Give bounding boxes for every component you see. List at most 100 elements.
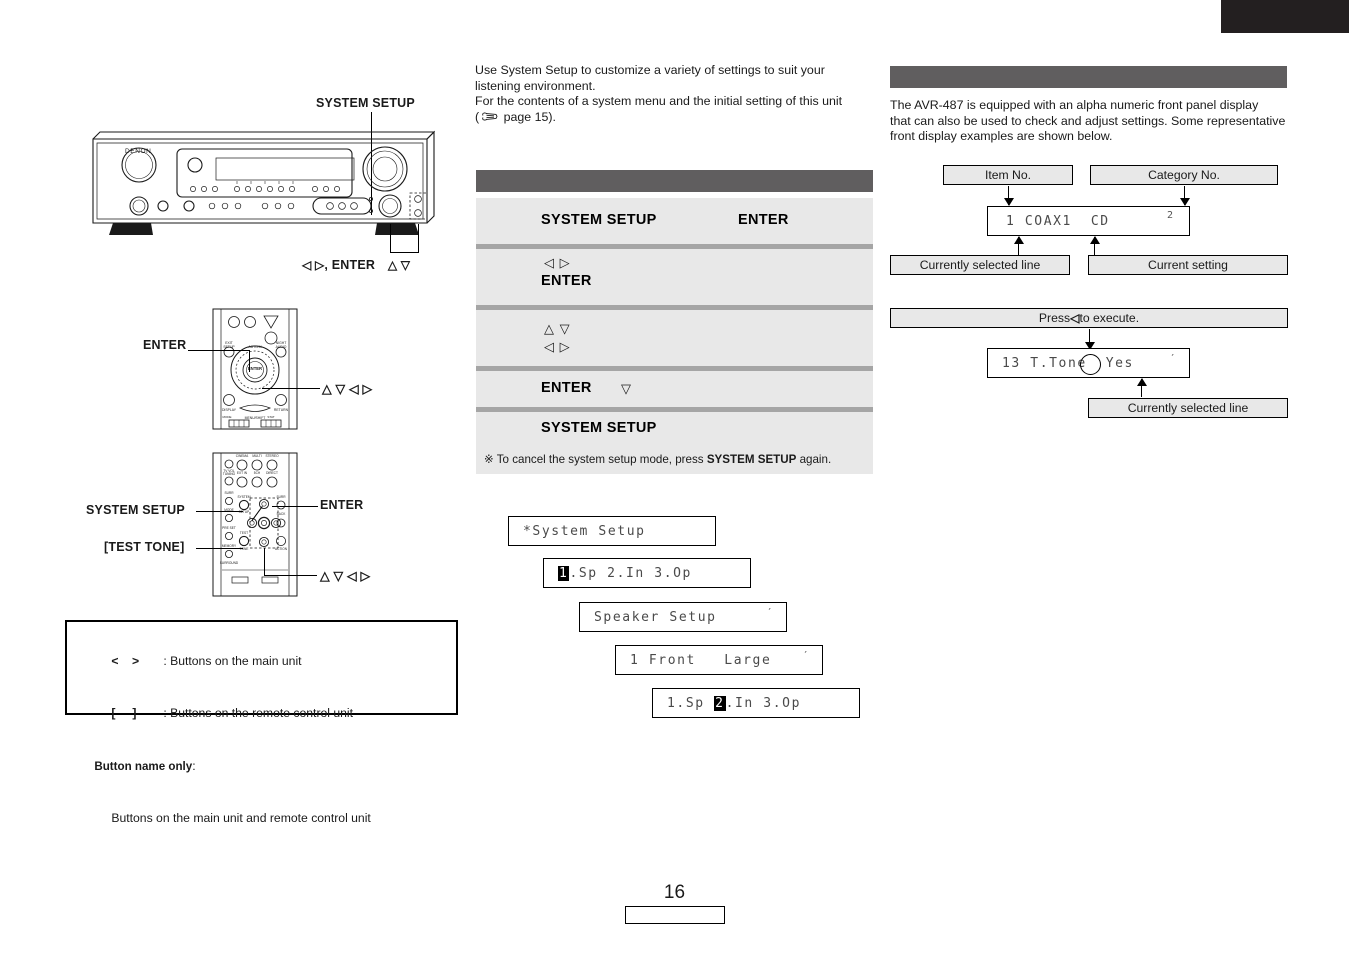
pointing-hand-icon xyxy=(481,111,498,127)
label-currently-selected-line-1: Currently selected line xyxy=(890,255,1070,275)
svg-text:AUTO/M: AUTO/M xyxy=(248,345,261,349)
procedure-row-2-arrows: ◁ ▷ xyxy=(544,255,571,270)
procedure-row: ◁ ▷ ENTER xyxy=(476,249,873,305)
callout-enter-label: ENTER xyxy=(331,258,376,272)
leader-line-remote2-cursor-h xyxy=(264,575,317,577)
note-text-bold: SYSTEM SETUP xyxy=(706,453,797,466)
svg-text:SETUP: SETUP xyxy=(223,345,235,349)
procedure-row-5-left: SYSTEM SETUP xyxy=(541,420,657,436)
svg-text:DIRECT: DIRECT xyxy=(266,471,278,475)
procedure-row: SYSTEM SETUP ENTER xyxy=(476,198,873,244)
arrow-selected-line-to-test-tone xyxy=(1135,378,1150,397)
procedure-row-1-right: ENTER xyxy=(738,212,789,228)
legend-text-main-unit: : Buttons on the main unit xyxy=(163,653,302,668)
leader-line-remote2-system-setup xyxy=(196,511,243,513)
main-unit-front-panel-figure: DENON xyxy=(85,125,436,245)
page-footer-box xyxy=(625,906,725,924)
cursor-up-down-glyph: △ ▽ xyxy=(387,258,411,272)
arrow-item-no-to-display xyxy=(1002,186,1017,206)
lcd-display-coax1-cd: 1 COAX1 CD 2 xyxy=(987,206,1190,236)
procedure-section-header xyxy=(476,170,873,192)
lcd-text-system-setup: *System Setup xyxy=(523,523,646,539)
intro-line-2: listening environment. xyxy=(475,78,596,93)
leader-line-remote1-enter-v xyxy=(249,350,251,372)
callout-remote2-enter: ENTER xyxy=(320,498,364,512)
label-currently-selected-line-2: Currently selected line xyxy=(1088,398,1288,418)
lcd-execute-cursor-circle xyxy=(1080,354,1101,375)
lcd-display-front-large: 1 Front Large ′ xyxy=(615,645,823,675)
svg-text:ACTION: ACTION xyxy=(275,547,288,551)
svg-text:STEREO: STEREO xyxy=(265,454,279,458)
label-press-to-execute: Press ◁ to execute. xyxy=(890,308,1288,328)
leader-line-remote2-test-tone xyxy=(196,548,243,550)
legend-line-remote-unit: [ ]: Buttons on the remote control unit xyxy=(91,688,456,741)
svg-text:5CH: 5CH xyxy=(254,471,261,475)
right-intro-line-3: front display examples are shown below. xyxy=(890,129,1113,144)
note-text-post: again. xyxy=(796,453,832,466)
legend-colon: : xyxy=(192,758,196,773)
legend-text-remote-unit: : Buttons on the remote control unit xyxy=(163,706,354,720)
svg-text:MODE: MODE xyxy=(223,415,232,419)
legend-line-button-name-only: Button name only: xyxy=(74,740,456,793)
callout-remote1-enter: ENTER xyxy=(143,338,187,352)
legend-text-both-units: Buttons on the main unit and remote cont… xyxy=(111,811,371,825)
callout-remote2-system-setup: SYSTEM SETUP xyxy=(86,503,185,517)
lcd-display-speaker-setup: Speaker Setup ′ xyxy=(579,602,787,632)
lcd-text-coax1-cd: 1 COAX1 CD xyxy=(1006,213,1110,229)
leader-line-remote1-cursor xyxy=(262,388,320,390)
legend-symbol-angle-brackets: < > xyxy=(111,653,140,668)
procedure-row: SYSTEM SETUP xyxy=(476,412,873,446)
right-intro-line-2: that can also be used to check and adjus… xyxy=(890,113,1286,128)
callout-remote1-cursor: △ ▽ ◁ ▷ xyxy=(322,382,373,396)
arrow-category-no-to-display xyxy=(1178,186,1193,206)
lcd-display-test-tone: 13 T.Tone Yes ′ xyxy=(987,348,1190,378)
callout-comma: , xyxy=(324,258,332,272)
lcd-tick-mark: ′ xyxy=(1169,352,1176,365)
section-marker-tab xyxy=(1221,0,1349,33)
leader-line-enter xyxy=(390,224,392,253)
arrow-selected-line-to-display xyxy=(1012,236,1027,255)
intro-line-1: Use System Setup to customize a variety … xyxy=(475,63,825,77)
svg-text:MENU/SHIFT: MENU/SHIFT xyxy=(245,416,266,420)
lcd-text-menu-2: 1.Sp 2.In 3.Op xyxy=(653,695,801,711)
legend-line-main-unit: < > : Buttons on the main unit xyxy=(91,635,456,688)
arrow-press-execute-to-display xyxy=(1083,329,1098,350)
label-current-setting: Current setting xyxy=(1088,255,1288,275)
svg-text:TUNING: TUNING xyxy=(223,472,236,476)
procedure-row-4-glyph: ▽ xyxy=(621,381,632,396)
paren-open: ( xyxy=(475,109,480,124)
procedure-row-3-arrows-leftright: ◁ ▷ xyxy=(544,339,571,354)
leader-line-remote2-cursor-v xyxy=(264,548,266,576)
leader-line-updown xyxy=(418,224,420,253)
svg-text:TEST: TEST xyxy=(240,531,248,535)
procedure-table: SYSTEM SETUP ENTER ◁ ▷ ENTER △ ▽ ◁ ▷ ENT… xyxy=(476,198,873,474)
svg-text:EXT IN: EXT IN xyxy=(237,471,248,475)
lcd-text-menu-1-rest: .Sp 2.In 3.Op xyxy=(569,565,692,581)
lcd-text-test-tone: 13 T.Tone Yes xyxy=(1002,355,1134,371)
svg-text:CINEMA: CINEMA xyxy=(236,454,249,458)
right-intro-line-1: The AVR-487 is equipped with an alpha nu… xyxy=(890,98,1259,112)
right-section-header xyxy=(890,66,1287,88)
procedure-row: △ ▽ ◁ ▷ xyxy=(476,310,873,366)
lcd-highlight-2: 2 xyxy=(714,695,726,711)
svg-text:SURR: SURR xyxy=(224,491,234,495)
press-text-pre: Press xyxy=(1038,311,1071,325)
lcd-display-menu-2-highlighted: 1.Sp 2.In 3.Op xyxy=(652,688,860,718)
lcd-tick-mark: ′ xyxy=(802,649,809,662)
procedure-row-3-arrows-updown: △ ▽ xyxy=(544,321,571,336)
lcd-superscript-category: 2 xyxy=(1166,210,1173,221)
callout-main-unit-cursor-enter: ◁ ▷, ENTER △ ▽ xyxy=(302,258,410,272)
lcd-display-system-setup: *System Setup xyxy=(508,516,716,546)
legend-bold-button-name-only: Button name only xyxy=(94,759,193,773)
label-category-no: Category No. xyxy=(1090,165,1278,185)
cursor-left-right-glyph: ◁ ▷ xyxy=(302,258,325,272)
callout-remote2-test-tone: [TEST TONE] xyxy=(104,540,185,554)
press-text-post: to execute. xyxy=(1079,311,1140,325)
note-mark-icon: ※ xyxy=(484,453,494,466)
procedure-row: ENTER ▽ xyxy=(476,371,873,407)
legend-box: < > : Buttons on the main unit [ ]: Butto… xyxy=(65,620,458,825)
svg-text:SYSTEM: SYSTEM xyxy=(237,495,250,499)
lcd-tick-mark: ′ xyxy=(766,606,773,619)
svg-text:DISPLAY: DISPLAY xyxy=(222,408,237,412)
lcd-display-menu-1-highlighted: 1.Sp 2.In 3.Op xyxy=(543,558,751,588)
